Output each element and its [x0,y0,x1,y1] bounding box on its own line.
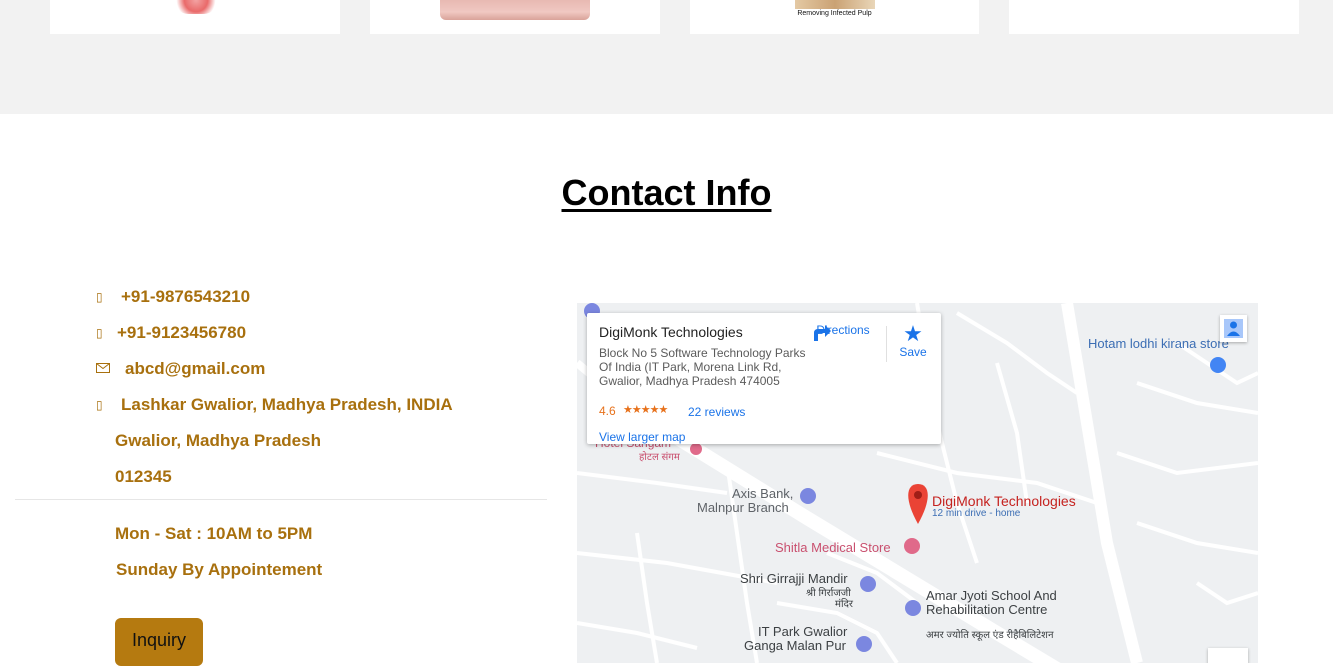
star-icon: ★ [903,321,923,346]
map-marker-pin [908,484,928,524]
rating-stars-icon: ★★★★★ [623,404,668,416]
section-title: Contact Info [561,172,772,213]
services-section: Removing Infected Pulp [0,0,1333,114]
address-postal-code: 012345 [115,467,172,486]
service-card[interactable] [1009,0,1299,34]
map-label-mandir[interactable]: Shri Girrajji Mandir [740,572,848,586]
map-label-school-2: Rehabilitation Centre [926,602,1048,617]
save-button[interactable]: ★ Save [892,321,934,360]
street-view-pegman-icon[interactable] [1220,315,1247,342]
google-map[interactable]: Hotam lodhi kirana store Hotel Sangam हो… [577,303,1258,663]
service-card[interactable]: Removing Infected Pulp [690,0,979,34]
reviews-link[interactable]: 22 reviews [688,405,745,419]
view-larger-map-link[interactable]: View larger map [599,430,685,444]
map-label-itpark[interactable]: IT Park Gwalior [758,625,847,639]
service-card[interactable] [370,0,660,34]
directions-icon [814,325,831,341]
map-zoom-control[interactable] [1208,648,1248,663]
phone-number-1[interactable]: +91-9876543210 [121,287,250,307]
phone-number-2[interactable]: +91-9123456780 [117,323,246,343]
map-label-itpark-2: Ganga Malan Pur [744,638,846,653]
place-name: DigiMonk Technologies [599,324,743,340]
phone-icon: ▯ [96,290,103,304]
place-address: Block No 5 Software Technology Parks Of … [599,346,806,388]
service-image [174,0,218,14]
address-line-2: Gwalior, Madhya Pradesh [115,431,321,450]
hours-weekday: Mon - Sat : 10AM to 5PM [115,524,313,543]
map-label-bank-branch: Malnpur Branch [697,500,789,515]
map-marker-subtitle: 12 min drive - home [932,508,1021,519]
divider [886,326,887,362]
map-label-school[interactable]: Amar Jyoti School And [926,589,1057,603]
map-label-bank[interactable]: Axis Bank, [732,487,793,501]
map-label-hotel-hi: होटल संगम [639,452,680,463]
map-label-store[interactable]: Hotam lodhi kirana store [1088,337,1229,351]
service-card[interactable] [50,0,340,34]
phone-icon: ▯ [96,326,103,340]
map-marker-icon: ▯ [96,398,103,412]
email-address[interactable]: abcd@gmail.com [125,359,265,379]
map-label-school-hi: अमर ज्योति स्कूल एंड रीहैबिलिटेशन [926,630,1054,641]
divider [15,499,547,500]
inquiry-button[interactable]: Inquiry [115,618,203,666]
hours-sunday: Sunday By Appointement [116,560,323,579]
map-label-mandir-hi-2: मंदिर [835,599,853,610]
save-label: Save [899,345,927,359]
map-label-medical[interactable]: Shitla Medical Store [775,541,891,555]
place-rating: 4.6 [599,404,616,418]
place-info-card: DigiMonk Technologies Block No 5 Softwar… [587,313,941,444]
map-marker-label[interactable]: DigiMonk Technologies [932,494,1076,508]
service-image [795,0,875,9]
service-image [440,0,590,20]
envelope-icon [96,362,110,376]
service-image-caption: Removing Infected Pulp [797,10,872,17]
address-line-1: Lashkar Gwalior, Madhya Pradesh, INDIA [121,395,453,414]
directions-button[interactable]: Directions [811,323,875,341]
